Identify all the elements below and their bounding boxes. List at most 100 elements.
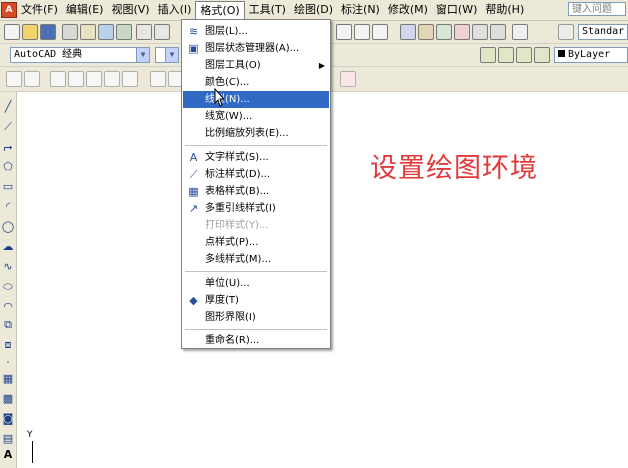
layer-state-icon: ▣ — [188, 42, 199, 55]
copy-icon[interactable] — [154, 24, 170, 40]
mouse-cursor-icon — [214, 88, 224, 107]
workspace-settings-combo[interactable]: ▼ — [155, 47, 179, 63]
menu-item-rename[interactable]: 重命名(R)... — [183, 332, 329, 349]
layer-previous-icon[interactable] — [480, 47, 496, 63]
chevron-down-icon[interactable]: ▼ — [136, 48, 149, 62]
linetype-combo[interactable]: ByLayer — [554, 47, 628, 63]
text-style-icon: A — [189, 151, 198, 164]
menu-item-multiline-style[interactable]: 多线样式(M)... — [183, 251, 329, 268]
menu-item-table-style[interactable]: ▦ 表格样式(B)... — [183, 183, 329, 200]
gradient-icon[interactable]: ▩ — [1, 392, 15, 406]
open-file-icon[interactable] — [22, 24, 38, 40]
dim-ordinate-icon[interactable] — [68, 71, 84, 87]
dim-style-icon: ⟋ — [189, 168, 198, 181]
canvas-title-text: 设置绘图环境 — [370, 153, 538, 184]
workspace-combo[interactable]: AutoCAD 经典 ▼ — [10, 47, 150, 63]
menu-draw[interactable]: 绘图(D) — [290, 1, 337, 19]
zoom-window-icon[interactable] — [354, 24, 370, 40]
menu-view[interactable]: 视图(V) — [107, 1, 153, 19]
menu-item-scale-list[interactable]: 比例缩放列表(E)... — [183, 125, 329, 142]
layer-walk-icon[interactable] — [534, 47, 550, 63]
region-icon[interactable]: ◙ — [1, 412, 15, 426]
menu-help[interactable]: 帮助(H) — [481, 1, 528, 19]
mleader-style-icon: ↗ — [188, 202, 199, 215]
dim-linear-icon[interactable] — [6, 71, 22, 87]
zoom-realtime-icon[interactable] — [336, 24, 352, 40]
ellipse-icon[interactable]: ⬭ — [1, 280, 15, 294]
3d-dwf-icon[interactable] — [116, 24, 132, 40]
make-block-icon[interactable]: ⧈ — [1, 338, 15, 352]
arc-icon[interactable]: ◜ — [1, 200, 15, 214]
menu-item-color[interactable]: 颜色(C)... — [183, 74, 329, 91]
dim-diameter-icon[interactable] — [122, 71, 138, 87]
save-icon[interactable] — [40, 24, 56, 40]
help-icon[interactable] — [512, 24, 528, 40]
menu-format[interactable]: 格式(O) — [195, 1, 245, 19]
zoom-previous-icon[interactable] — [372, 24, 388, 40]
submenu-arrow-icon: ▶ — [318, 61, 325, 70]
chevron-down-icon[interactable]: ▼ — [165, 48, 178, 62]
color-swatch-icon — [558, 50, 565, 57]
polyline-icon[interactable]: ⮣ — [1, 140, 15, 154]
dim-update-icon[interactable] — [340, 71, 356, 87]
dim-arc-icon[interactable] — [50, 71, 66, 87]
help-search-input[interactable]: 键入问题 — [568, 2, 626, 16]
layers-icon: ≋ — [188, 25, 199, 38]
polygon-icon[interactable]: ⬠ — [1, 160, 15, 174]
layer-match-icon[interactable] — [516, 47, 532, 63]
properties-icon[interactable] — [400, 24, 416, 40]
menu-insert[interactable]: 插入(I) — [154, 1, 196, 19]
sheet-set-icon[interactable] — [454, 24, 470, 40]
cut-icon[interactable] — [136, 24, 152, 40]
design-center-icon[interactable] — [418, 24, 434, 40]
menu-item-linetype[interactable]: 线型(N)... — [183, 91, 329, 108]
markup-icon[interactable] — [472, 24, 488, 40]
app-icon[interactable]: A — [1, 2, 17, 18]
menu-item-lineweight[interactable]: 线宽(W)... — [183, 108, 329, 125]
print-preview-icon[interactable] — [80, 24, 96, 40]
circle-icon[interactable]: ◯ — [1, 220, 15, 234]
revision-cloud-icon[interactable]: ☁ — [1, 240, 15, 254]
text-style-toolbar-icon[interactable] — [558, 24, 574, 40]
layer-isolate-icon[interactable] — [498, 47, 514, 63]
insert-block-icon[interactable]: ⧉ — [1, 318, 15, 332]
calculator-icon[interactable] — [490, 24, 506, 40]
menu-item-drawing-limits[interactable]: 图形界限(I) — [183, 309, 329, 326]
menu-item-point-style[interactable]: 点样式(P)... — [183, 234, 329, 251]
menu-edit[interactable]: 编辑(E) — [62, 1, 108, 19]
menu-window[interactable]: 窗口(W) — [432, 1, 481, 19]
menu-separator — [185, 329, 327, 330]
new-file-icon[interactable] — [4, 24, 20, 40]
tool-palettes-icon[interactable] — [436, 24, 452, 40]
spline-icon[interactable]: ∿ — [1, 260, 15, 274]
point-icon[interactable]: · — [1, 356, 15, 370]
menu-item-units[interactable]: 单位(U)... — [183, 275, 329, 292]
construction-line-icon[interactable]: ⟋ — [1, 120, 15, 134]
text-style-combo[interactable]: Standar — [578, 24, 628, 40]
menu-item-text-style[interactable]: A 文字样式(S)... — [183, 149, 329, 166]
hatch-icon[interactable]: ▦ — [1, 372, 15, 386]
dim-radius-icon[interactable] — [86, 71, 102, 87]
dim-jogged-icon[interactable] — [104, 71, 120, 87]
dim-aligned-icon[interactable] — [24, 71, 40, 87]
thickness-icon: ◆ — [189, 294, 198, 307]
print-icon[interactable] — [62, 24, 78, 40]
menu-item-layer[interactable]: ≋ 图层(L)... — [183, 23, 329, 40]
menu-item-multileader-style[interactable]: ↗ 多重引线样式(I) — [183, 200, 329, 217]
menu-item-dimension-style[interactable]: ⟋ 标注样式(D)... — [183, 166, 329, 183]
multiline-text-icon[interactable]: A — [1, 448, 15, 462]
menu-file[interactable]: 文件(F) — [17, 1, 62, 19]
table-icon[interactable]: ▤ — [1, 432, 15, 446]
line-icon[interactable]: ╱ — [1, 100, 15, 114]
rectangle-icon[interactable]: ▭ — [1, 180, 15, 194]
ellipse-arc-icon[interactable]: ◠ — [1, 300, 15, 314]
menu-dimension[interactable]: 标注(N) — [337, 1, 384, 19]
menu-item-layer-state-manager[interactable]: ▣ 图层状态管理器(A)... — [183, 40, 329, 57]
format-menu: ≋ 图层(L)... ▣ 图层状态管理器(A)... 图层工具(O) ▶ 颜色(… — [181, 19, 331, 349]
menu-tools[interactable]: 工具(T) — [245, 1, 290, 19]
menu-item-thickness[interactable]: ◆ 厚度(T) — [183, 292, 329, 309]
dim-angular-icon[interactable] — [150, 71, 166, 87]
publish-icon[interactable] — [98, 24, 114, 40]
menu-item-layer-tools[interactable]: 图层工具(O) ▶ — [183, 57, 329, 74]
menu-modify[interactable]: 修改(M) — [384, 1, 432, 19]
